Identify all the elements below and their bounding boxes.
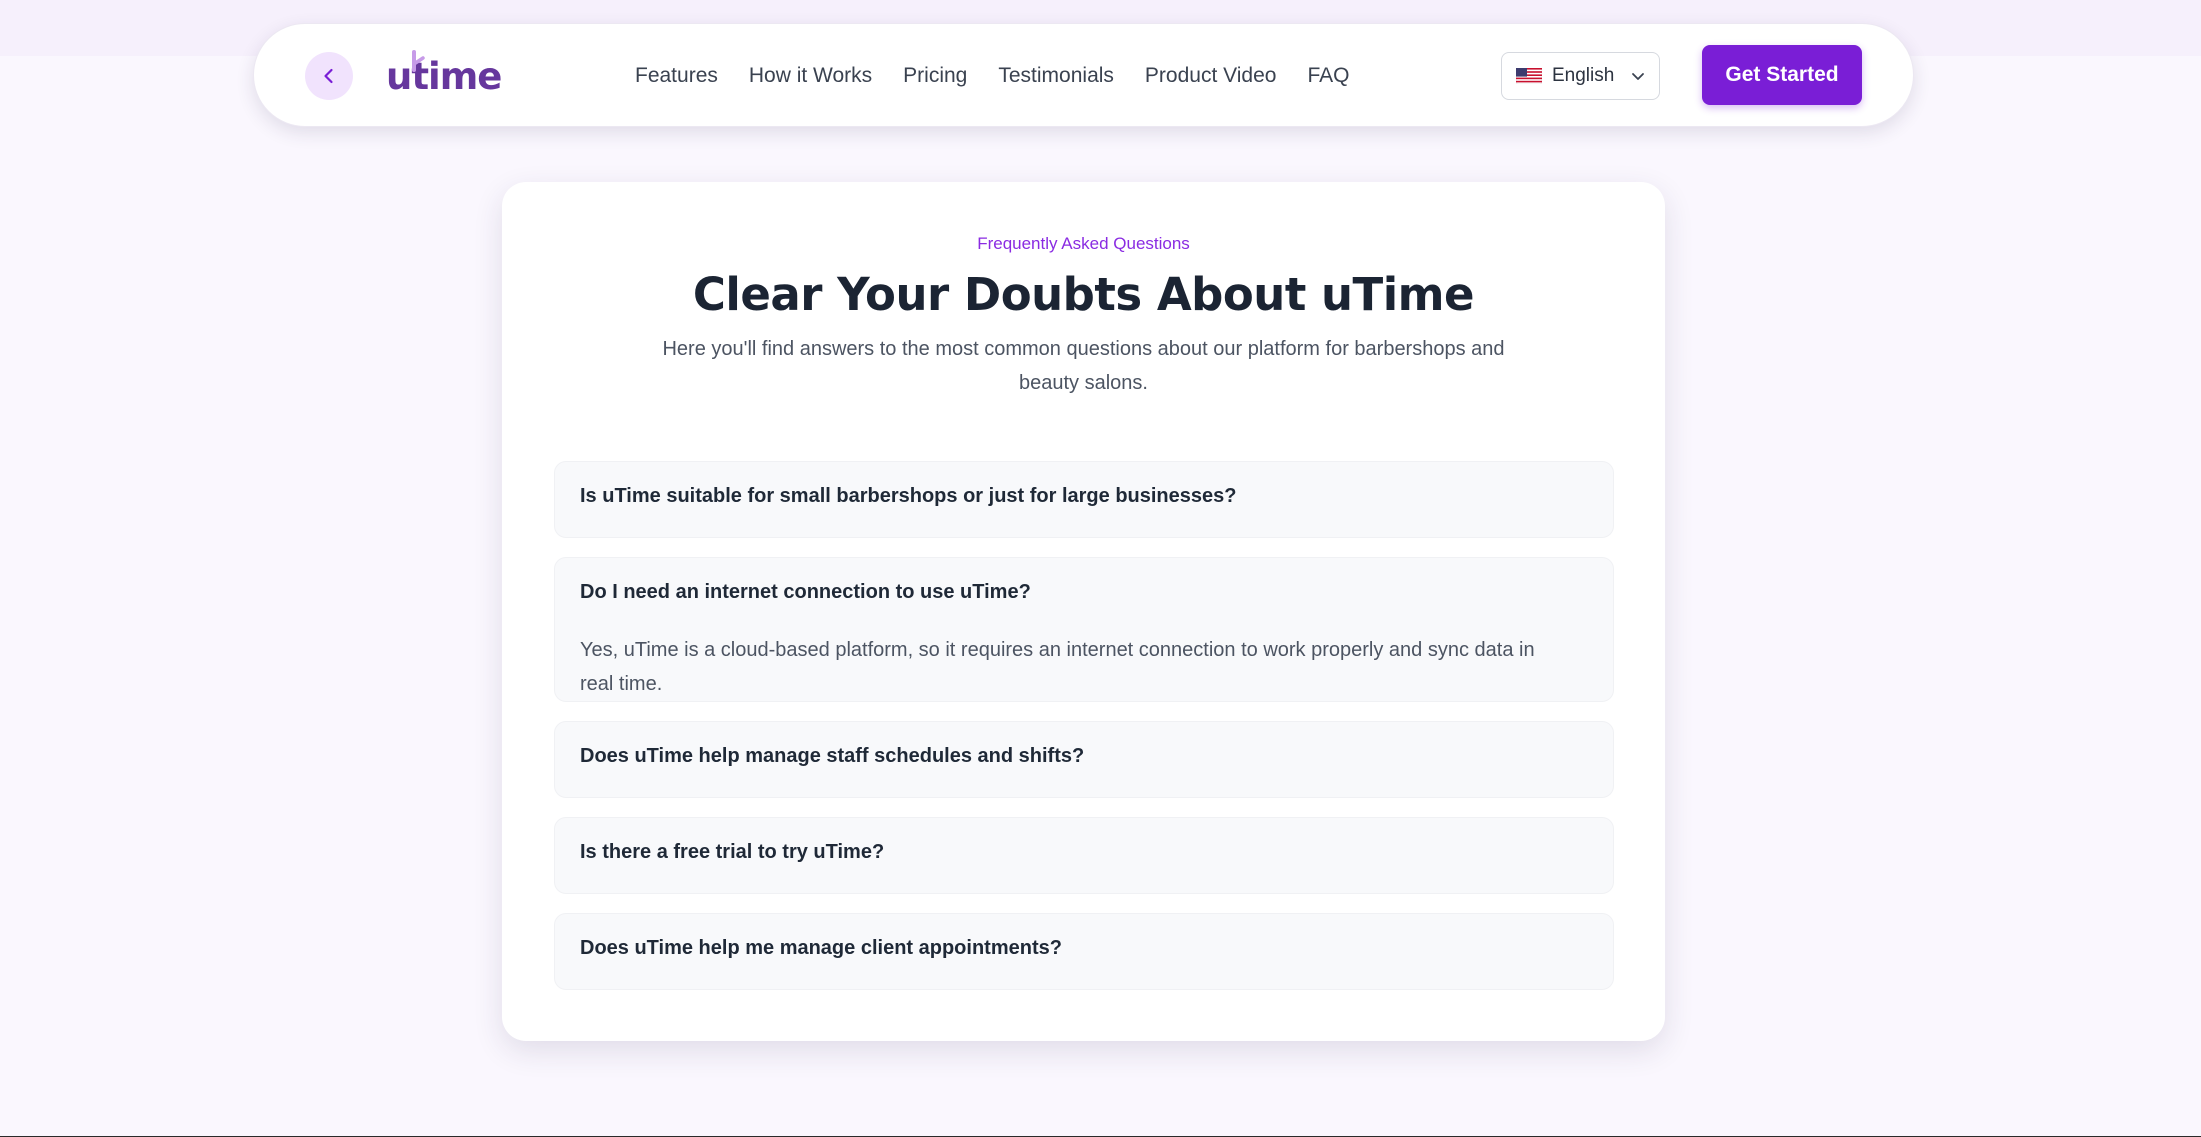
faq-question: Do I need an internet connection to use … (580, 581, 1031, 603)
nav-link-pricing[interactable]: Pricing (903, 64, 967, 88)
navbar: utime Features How it Works Pricing Test… (253, 23, 1914, 127)
faq-question: Does uTime help manage staff schedules a… (580, 745, 1085, 767)
faq-title: Clear Your Doubts About uTime (692, 268, 1475, 321)
nav-link-product-video[interactable]: Product Video (1145, 64, 1277, 88)
nav-link-faq[interactable]: FAQ (1307, 64, 1349, 88)
nav-links: Features How it Works Pricing Testimonia… (635, 60, 1349, 92)
faq-item-free-trial[interactable]: Is there a free trial to try uTime? (554, 817, 1614, 894)
faq-eyebrow: Frequently Asked Questions (977, 234, 1190, 253)
logo-clock-mark-icon (412, 50, 425, 72)
language-select[interactable]: English (1501, 52, 1660, 100)
faq-item-staff-schedules[interactable]: Does uTime help manage staff schedules a… (554, 721, 1614, 798)
get-started-button[interactable]: Get Started (1702, 45, 1862, 105)
nav-link-how-it-works[interactable]: How it Works (749, 64, 872, 88)
faq-question: Is uTime suitable for small barbershops … (580, 485, 1237, 507)
nav-link-testimonials[interactable]: Testimonials (998, 64, 1114, 88)
faq-subtitle: Here you'll find answers to the most com… (662, 338, 1505, 394)
logo-text: utime (386, 54, 502, 98)
language-label: English (1552, 65, 1615, 86)
faq-question: Does uTime help me manage client appoint… (580, 937, 1062, 959)
chevron-left-icon (324, 68, 333, 84)
faq-question: Is there a free trial to try uTime? (580, 841, 885, 863)
faq-item-client-appointments[interactable]: Does uTime help me manage client appoint… (554, 913, 1614, 990)
faq-answer: Yes, uTime is a cloud-based platform, so… (580, 639, 1535, 695)
nav-link-features[interactable]: Features (635, 64, 718, 88)
back-button[interactable] (305, 52, 353, 100)
faq-item-small-barbershops[interactable]: Is uTime suitable for small barbershops … (554, 461, 1614, 538)
utime-logo[interactable]: utime (386, 50, 502, 102)
faq-section: Frequently Asked Questions Clear Your Do… (502, 182, 1665, 1041)
chevron-down-icon (1632, 73, 1645, 80)
faq-item-internet-connection[interactable]: Do I need an internet connection to use … (554, 557, 1614, 702)
us-flag-icon (1516, 68, 1542, 84)
